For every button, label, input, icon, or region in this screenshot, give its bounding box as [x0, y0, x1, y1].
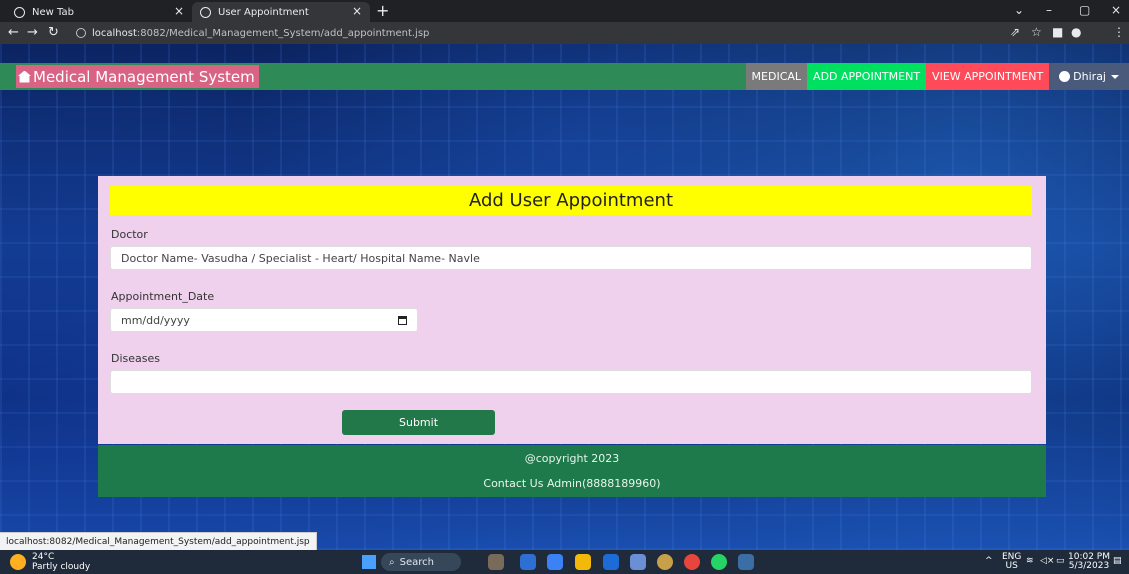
calendar-icon[interactable] [398, 316, 407, 325]
close-tab-icon[interactable]: × [174, 4, 184, 18]
settings-gear-icon[interactable] [657, 554, 673, 570]
battery-icon[interactable]: ▭ [1056, 557, 1065, 566]
nav-add-appointment[interactable]: ADD APPOINTMENT [807, 63, 927, 90]
lang-bottom: US [1005, 561, 1018, 571]
appointment-date-input[interactable]: mm/dd/yyyy [110, 308, 418, 332]
site-info-icon[interactable] [76, 28, 86, 38]
taskbar-app-icon[interactable] [547, 554, 563, 570]
nav-links: MEDICAL ADD APPOINTMENT VIEW APPOINTMENT… [745, 63, 1129, 90]
share-icon[interactable]: ⇗ [1010, 25, 1020, 39]
taskbar-search-label: Search [399, 556, 434, 568]
home-icon [18, 70, 31, 83]
close-tab-icon[interactable]: × [352, 4, 362, 18]
weather-widget[interactable]: 24°C Partly cloudy [10, 552, 90, 572]
windows-taskbar: 24°C Partly cloudy ⌕ Search ^ ENG US ≋ ◁… [0, 550, 1129, 574]
side-panel-icon[interactable]: ■ [1052, 25, 1063, 39]
brand-text: Medical Management System [33, 67, 255, 86]
minimize-icon[interactable]: – [1046, 3, 1052, 17]
copyright-text: @copyright 2023 [524, 452, 620, 465]
taskbar-app-icon[interactable] [520, 554, 536, 570]
contact-text: Contact Us Admin(8888189960) [483, 477, 661, 490]
url-path: :8082/Medical_Management_System/add_appo… [136, 27, 430, 39]
taskbar-app-icon[interactable] [738, 554, 754, 570]
whatsapp-icon[interactable] [711, 554, 727, 570]
brand-link[interactable]: Medical Management System [16, 65, 259, 88]
clock[interactable]: 10:02 PM 5/3/2023 [1068, 553, 1110, 571]
nav-view-appointment[interactable]: VIEW APPOINTMENT [926, 63, 1050, 90]
weather-desc: Partly cloudy [32, 562, 91, 572]
maximize-icon[interactable]: ▢ [1079, 3, 1090, 17]
tab-title: New Tab [32, 6, 74, 18]
url-host: localhost [92, 27, 137, 39]
profile-avatar-icon[interactable]: ● [1071, 25, 1081, 39]
caret-down-icon [1111, 74, 1119, 79]
appointment-form-card: Add User Appointment Doctor Doctor Name-… [98, 176, 1046, 444]
globe-icon [200, 6, 211, 18]
taskbar-app-icon[interactable] [630, 554, 646, 570]
tab-search-chevron-icon[interactable]: ⌄ [1014, 3, 1024, 17]
doctor-select[interactable]: Doctor Name- Vasudha / Specialist - Hear… [110, 246, 1032, 270]
user-circle-icon [1059, 71, 1071, 82]
taskbar-app-icon[interactable] [488, 554, 504, 570]
user-name: Dhiraj [1073, 70, 1106, 83]
windows-start-icon[interactable] [362, 555, 376, 569]
user-dropdown[interactable]: Dhiraj [1049, 63, 1129, 90]
new-tab-plus-icon[interactable]: + [376, 1, 389, 20]
file-explorer-icon[interactable] [575, 554, 591, 570]
date-placeholder: mm/dd/yyyy [121, 313, 190, 327]
taskbar-search[interactable]: ⌕ Search [381, 553, 461, 571]
address-bar-row: ← → ↻ localhost :8082/Medical_Management… [0, 22, 1129, 44]
chrome-icon [14, 6, 25, 18]
tray-chevron-up-icon[interactable]: ^ [985, 557, 993, 566]
partly-cloudy-icon [10, 554, 26, 570]
notification-icon[interactable]: ▤ [1113, 557, 1122, 566]
reload-icon[interactable]: ↻ [48, 25, 59, 40]
browser-tabstrip: New Tab × User Appointment × + ⌄ – ▢ × [0, 0, 1129, 22]
page-footer: @copyright 2023 Contact Us Admin(8888189… [98, 445, 1046, 497]
url-field[interactable]: localhost :8082/Medical_Management_Syste… [76, 25, 996, 41]
search-icon: ⌕ [389, 556, 395, 568]
back-arrow-icon[interactable]: ← [8, 25, 19, 40]
volume-icon[interactable]: ◁× [1040, 557, 1054, 566]
browser-menu-icon[interactable]: ⋮ [1113, 25, 1125, 39]
page-viewport: Medical Management System MEDICAL ADD AP… [0, 44, 1129, 550]
form-title: Add User Appointment [110, 186, 1032, 215]
wifi-icon[interactable]: ≋ [1026, 557, 1034, 566]
diseases-label: Diseases [111, 352, 160, 365]
close-window-icon[interactable]: × [1111, 3, 1121, 17]
forward-arrow-icon[interactable]: → [27, 25, 38, 40]
submit-button[interactable]: Submit [342, 410, 495, 435]
nav-medical[interactable]: MEDICAL [745, 63, 808, 90]
appointment-date-label: Appointment_Date [111, 290, 215, 303]
bookmark-star-icon[interactable]: ☆ [1031, 25, 1042, 39]
status-url-tooltip: localhost:8082/Medical_Management_System… [0, 532, 317, 550]
language-indicator[interactable]: ENG US [1002, 553, 1021, 571]
clock-date: 5/3/2023 [1068, 561, 1110, 571]
taskbar-app-icon[interactable] [603, 554, 619, 570]
tab-user-appointment[interactable]: User Appointment × [192, 2, 370, 22]
top-navbar: Medical Management System MEDICAL ADD AP… [0, 63, 1129, 90]
diseases-input[interactable] [110, 370, 1032, 394]
weather-temp: 24°C [32, 552, 55, 562]
tab-title: User Appointment [218, 6, 309, 18]
chrome-icon[interactable] [684, 554, 700, 570]
doctor-label: Doctor [111, 228, 148, 241]
tab-new-tab[interactable]: New Tab × [6, 2, 192, 22]
